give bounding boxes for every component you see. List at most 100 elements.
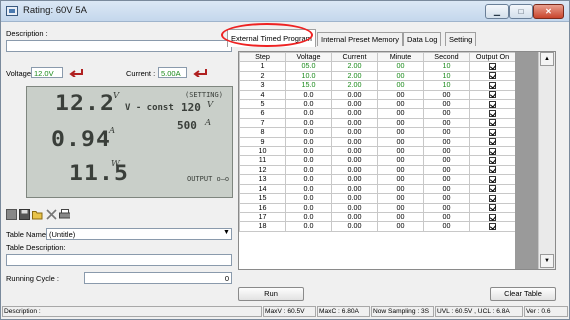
output-on-checkbox[interactable] [489, 222, 496, 230]
output-on-checkbox[interactable] [489, 119, 496, 127]
table-cell[interactable]: 0.0 [285, 202, 332, 213]
table-cell[interactable]: 13 [239, 174, 286, 185]
output-on-cell[interactable] [469, 136, 516, 148]
output-on-cell[interactable] [469, 221, 516, 232]
table-cell[interactable]: 18 [239, 221, 286, 232]
table-description-input[interactable] [6, 254, 232, 266]
vertical-scrollbar[interactable]: ▲ ▼ [538, 52, 555, 269]
table-cell[interactable]: 0.00 [331, 211, 378, 223]
table-cell[interactable]: 0.0 [285, 136, 332, 148]
table-cell[interactable]: 00 [377, 61, 424, 72]
output-on-checkbox[interactable] [489, 175, 496, 183]
output-on-cell[interactable] [469, 155, 516, 166]
output-on-checkbox[interactable] [489, 72, 496, 80]
output-on-cell[interactable] [469, 108, 516, 119]
table-cell[interactable]: 2.00 [331, 70, 378, 82]
table-cell[interactable]: 0.00 [331, 193, 378, 204]
table-cell[interactable]: 00 [377, 164, 424, 176]
table-cell[interactable]: 0.0 [285, 89, 332, 101]
table-cell[interactable]: 2.00 [331, 61, 378, 72]
table-cell[interactable]: 10 [423, 61, 470, 72]
column-header[interactable]: Output On [469, 52, 516, 63]
table-cell[interactable]: 2.00 [331, 80, 378, 91]
output-on-cell[interactable] [469, 61, 516, 72]
table-name-select[interactable]: (Untitle) ▼ [46, 228, 232, 240]
running-cycle-input[interactable]: 0 [84, 272, 232, 284]
table-row[interactable]: 10 0.0 0.00 00 00 [239, 146, 516, 157]
column-header[interactable]: Current [331, 52, 378, 63]
table-row[interactable]: 1 05.0 2.00 00 10 [239, 61, 516, 72]
column-header[interactable]: Voltage [285, 52, 332, 63]
table-cell[interactable]: 00 [377, 89, 424, 101]
table-cell[interactable]: 14 [239, 183, 286, 195]
table-cell[interactable]: 00 [423, 108, 470, 119]
table-cell[interactable]: 00 [423, 202, 470, 213]
table-cell[interactable]: 0.0 [285, 164, 332, 176]
table-cell[interactable]: 00 [377, 221, 424, 232]
column-header[interactable]: Minute [377, 52, 424, 63]
table-cell[interactable]: 0.00 [331, 183, 378, 195]
table-row[interactable]: 12 0.0 0.00 00 00 [239, 164, 516, 176]
output-on-checkbox[interactable] [489, 81, 496, 89]
output-on-cell[interactable] [469, 117, 516, 129]
table-cell[interactable]: 00 [423, 146, 470, 157]
table-cell[interactable]: 2 [239, 70, 286, 82]
output-on-checkbox[interactable] [489, 213, 496, 221]
table-cell[interactable]: 00 [377, 174, 424, 185]
table-cell[interactable]: 00 [377, 80, 424, 91]
output-on-cell[interactable] [469, 89, 516, 101]
table-cell[interactable]: 16 [239, 202, 286, 213]
table-cell[interactable]: 0.00 [331, 164, 378, 176]
table-cell[interactable]: 0.00 [331, 127, 378, 138]
table-cell[interactable]: 00 [423, 164, 470, 176]
table-cell[interactable]: 0.0 [285, 146, 332, 157]
table-cell[interactable]: 0.0 [285, 155, 332, 166]
table-cell[interactable]: 4 [239, 89, 286, 101]
table-cell[interactable]: 00 [377, 202, 424, 213]
program-table[interactable]: Step Voltage Current Minute Second Output On … [238, 51, 556, 270]
delete-icon[interactable] [46, 209, 57, 220]
table-row[interactable]: 7 0.0 0.00 00 00 [239, 117, 516, 129]
table-cell[interactable]: 00 [423, 89, 470, 101]
table-cell[interactable]: 00 [423, 221, 470, 232]
table-cell[interactable]: 15 [239, 193, 286, 204]
table-row[interactable]: 13 0.0 0.00 00 00 [239, 174, 516, 185]
table-cell[interactable]: 0.00 [331, 108, 378, 119]
print-icon[interactable] [59, 209, 70, 220]
current-set-input[interactable]: 5.00A [158, 67, 187, 78]
table-cell[interactable]: 0.00 [331, 117, 378, 129]
table-row[interactable]: 4 0.0 0.00 00 00 [239, 89, 516, 101]
table-cell[interactable]: 0.0 [285, 211, 332, 223]
table-row[interactable]: 16 0.0 0.00 00 00 [239, 202, 516, 213]
column-header[interactable]: Second [423, 52, 470, 63]
table-cell[interactable]: 8 [239, 127, 286, 138]
table-cell[interactable]: 10 [239, 146, 286, 157]
table-cell[interactable]: 00 [423, 193, 470, 204]
table-cell[interactable]: 9 [239, 136, 286, 148]
table-cell[interactable]: 00 [377, 70, 424, 82]
table-cell[interactable]: 00 [377, 193, 424, 204]
output-on-cell[interactable] [469, 127, 516, 138]
table-cell[interactable]: 00 [423, 155, 470, 166]
output-on-checkbox[interactable] [489, 128, 496, 136]
table-row[interactable]: 6 0.0 0.00 00 00 [239, 108, 516, 119]
table-cell[interactable]: 17 [239, 211, 286, 223]
table-cell[interactable]: 0.00 [331, 99, 378, 110]
table-cell[interactable]: 10.0 [285, 70, 332, 82]
minimize-button[interactable]: ▁ [485, 4, 509, 19]
table-row[interactable]: 5 0.0 0.00 00 00 [239, 99, 516, 110]
table-row[interactable]: 17 0.0 0.00 00 00 [239, 211, 516, 223]
table-cell[interactable]: 0.0 [285, 127, 332, 138]
output-on-cell[interactable] [469, 202, 516, 213]
table-cell[interactable]: 00 [423, 127, 470, 138]
table-cell[interactable]: 0.00 [331, 89, 378, 101]
table-cell[interactable]: 1 [239, 61, 286, 72]
table-cell[interactable]: 5 [239, 99, 286, 110]
output-on-checkbox[interactable] [489, 91, 496, 99]
table-row[interactable]: 9 0.0 0.00 00 00 [239, 136, 516, 148]
table-cell[interactable]: 12 [239, 164, 286, 176]
table-cell[interactable]: 0.00 [331, 202, 378, 213]
table-cell[interactable]: 0.0 [285, 108, 332, 119]
clear-table-button[interactable]: Clear Table [490, 287, 556, 301]
table-cell[interactable]: 6 [239, 108, 286, 119]
